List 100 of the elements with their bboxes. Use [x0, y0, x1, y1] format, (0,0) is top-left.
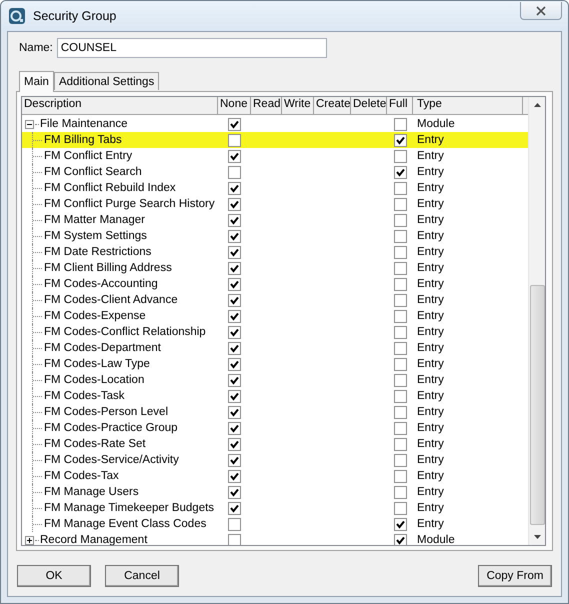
tab[interactable]: Additional Settings	[54, 72, 160, 90]
checkbox[interactable]	[228, 470, 241, 482]
close-button[interactable]	[520, 2, 562, 20]
checkbox[interactable]	[394, 230, 406, 242]
checkbox[interactable]	[394, 310, 406, 322]
checkbox[interactable]	[394, 454, 406, 466]
checkbox[interactable]	[228, 390, 241, 402]
table-row[interactable]: FM Codes-Accounting Entry	[22, 276, 528, 292]
table-row[interactable]: FM Manage Timekeeper Budgets Entry	[22, 500, 528, 516]
column-header[interactable]: Description	[22, 97, 218, 114]
checkbox[interactable]	[228, 534, 241, 545]
checkbox[interactable]	[228, 278, 241, 290]
checkbox[interactable]	[394, 342, 406, 354]
table-row[interactable]: FM Conflict Rebuild Index Entry	[22, 180, 528, 196]
table-row[interactable]: FM Codes-Location Entry	[22, 372, 528, 388]
checkbox[interactable]	[394, 358, 406, 370]
checkbox[interactable]	[394, 390, 406, 402]
checkbox[interactable]	[228, 326, 241, 338]
checkbox[interactable]	[394, 294, 406, 306]
table-row[interactable]: FM Codes-Person Level Entry	[22, 404, 528, 420]
checkbox[interactable]	[394, 502, 406, 514]
checkbox[interactable]	[228, 134, 241, 146]
checkbox[interactable]	[228, 166, 241, 178]
table-row[interactable]: FM Conflict Search Entry	[22, 164, 528, 180]
checkbox[interactable]	[228, 438, 241, 450]
column-header[interactable]: Delete	[351, 97, 387, 114]
dialog-button[interactable]: OK	[17, 565, 91, 587]
checkbox[interactable]	[394, 534, 406, 545]
checkbox[interactable]	[228, 150, 241, 162]
checkbox[interactable]	[394, 198, 406, 210]
scroll-down-icon[interactable]	[534, 535, 540, 539]
checkbox[interactable]	[394, 214, 406, 226]
name-field[interactable]: COUNSEL	[56, 38, 327, 58]
column-header[interactable]: Write	[282, 97, 314, 114]
table-row[interactable]: FM Codes-Law Type Entry	[22, 356, 528, 372]
checkbox[interactable]	[228, 294, 241, 306]
checkbox[interactable]	[228, 406, 241, 418]
table-row[interactable]: FM Manage Event Class Codes Entry	[22, 516, 528, 532]
checkbox[interactable]	[394, 182, 406, 194]
checkbox[interactable]	[228, 502, 241, 514]
checkbox[interactable]	[228, 246, 241, 258]
scroll-up-icon[interactable]	[534, 103, 540, 107]
checkbox[interactable]	[228, 342, 241, 354]
table-row[interactable]: FM System Settings Entry	[22, 228, 528, 244]
checkbox[interactable]	[228, 198, 241, 210]
checkbox[interactable]	[394, 486, 406, 498]
checkbox[interactable]	[228, 374, 241, 386]
checkbox[interactable]	[228, 358, 241, 370]
checkbox[interactable]	[228, 262, 241, 274]
checkbox[interactable]	[394, 470, 406, 482]
checkbox[interactable]	[228, 422, 241, 434]
checkbox[interactable]	[394, 518, 406, 530]
checkbox[interactable]	[394, 262, 406, 274]
table-row[interactable]: FM Manage Users Entry	[22, 484, 528, 500]
table-row[interactable]: FM Conflict Entry Entry	[22, 148, 528, 164]
table-row[interactable]: FM Client Billing Address Entry	[22, 260, 528, 276]
expand-icon[interactable]	[25, 536, 34, 544]
table-row[interactable]: FM Codes-Service/Activity Entry	[22, 452, 528, 468]
checkbox[interactable]	[394, 438, 406, 450]
column-header[interactable]: Full	[387, 97, 413, 114]
dialog-button[interactable]: Cancel	[105, 565, 179, 587]
dialog-button[interactable]: Copy From	[478, 565, 552, 587]
scrollbar[interactable]	[528, 97, 545, 545]
checkbox[interactable]	[228, 454, 241, 466]
checkbox[interactable]	[228, 182, 241, 194]
column-header[interactable]: Create	[314, 97, 351, 114]
column-header[interactable]: Read	[251, 97, 282, 114]
table-row[interactable]: FM Billing Tabs Entry	[22, 132, 528, 148]
checkbox[interactable]	[228, 230, 241, 242]
tab[interactable]: Main	[19, 71, 54, 92]
table-row[interactable]: FM Codes-Client Advance Entry	[22, 292, 528, 308]
checkbox[interactable]	[394, 246, 406, 258]
table-row[interactable]: FM Matter Manager Entry	[22, 212, 528, 228]
checkbox[interactable]	[394, 134, 406, 146]
checkbox[interactable]	[394, 166, 406, 178]
table-row[interactable]: FM Date Restrictions Entry	[22, 244, 528, 260]
table-row[interactable]: FM Codes-Practice Group Entry	[22, 420, 528, 436]
checkbox[interactable]	[394, 278, 406, 290]
checkbox[interactable]	[394, 374, 406, 386]
table-row[interactable]: FM Codes-Expense Entry	[22, 308, 528, 324]
table-row[interactable]: FM Codes-Tax Entry	[22, 468, 528, 484]
checkbox[interactable]	[394, 406, 406, 418]
table-row[interactable]: FM Codes-Rate Set Entry	[22, 436, 528, 452]
scroll-thumb[interactable]	[530, 285, 544, 525]
checkbox[interactable]	[228, 310, 241, 322]
table-row[interactable]: FM Codes-Conflict Relationship Entry	[22, 324, 528, 340]
checkbox[interactable]	[228, 518, 241, 530]
table-row[interactable]: FM Conflict Purge Search History Entry	[22, 196, 528, 212]
checkbox[interactable]	[394, 150, 406, 162]
checkbox[interactable]	[228, 118, 241, 130]
checkbox[interactable]	[394, 118, 406, 130]
column-header[interactable]: Type	[413, 97, 523, 114]
column-header[interactable]: None	[218, 97, 251, 114]
table-row[interactable]: File Maintenance Module	[22, 116, 528, 132]
checkbox[interactable]	[394, 326, 406, 338]
checkbox[interactable]	[394, 422, 406, 434]
collapse-icon[interactable]	[25, 120, 34, 128]
checkbox[interactable]	[228, 214, 241, 226]
table-row[interactable]: FM Codes-Department Entry	[22, 340, 528, 356]
table-row[interactable]: FM Codes-Task Entry	[22, 388, 528, 404]
